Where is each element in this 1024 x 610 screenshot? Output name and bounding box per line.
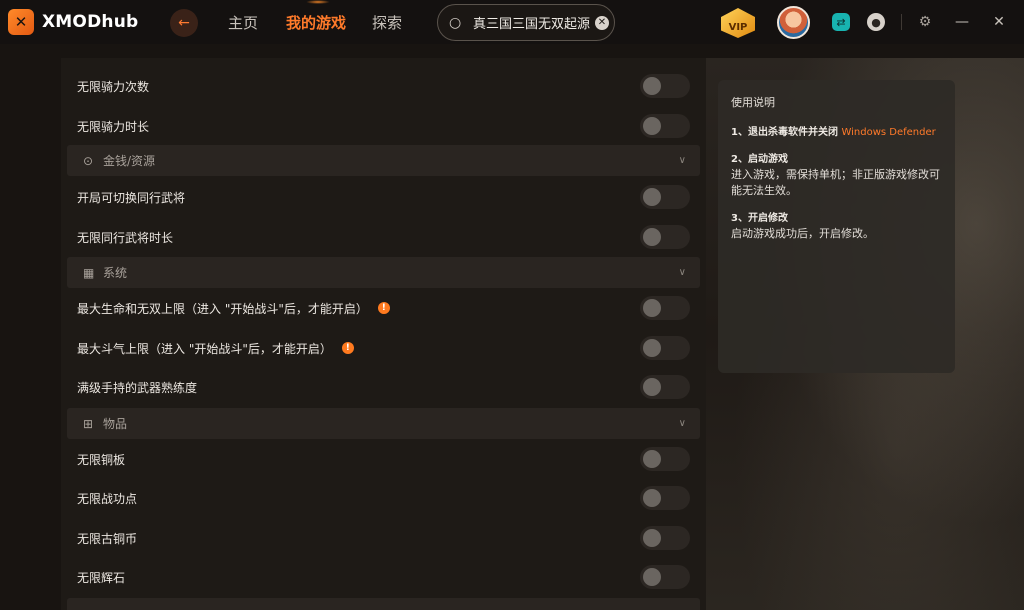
step-body: 进入游戏，需保持单机；非正版游戏修改可能无法生效。 — [731, 168, 940, 197]
option-label: 无限战功点 — [77, 491, 138, 506]
info-icon[interactable]: ! — [341, 342, 354, 354]
instructions-card: 使用说明 1、退出杀毒软件并关闭 Windows Defender 2、启动游戏… — [718, 80, 955, 373]
grid-icon: ▦ — [83, 265, 95, 280]
option-label: 无限古铜币 — [77, 531, 138, 546]
section-header-money[interactable]: ⊙ 金钱/资源 ∨ — [67, 145, 700, 176]
section-header-partial[interactable] — [67, 598, 700, 610]
instruction-step-2: 2、启动游戏 进入游戏，需保持单机；非正版游戏修改可能无法生效。 — [731, 153, 942, 199]
chevron-down-icon: ∨ — [678, 155, 686, 166]
settings-icon[interactable]: ⚙ — [916, 13, 934, 31]
instruction-step-3: 3、开启修改 启动游戏成功后，开启修改。 — [731, 212, 942, 242]
app-logo[interactable]: ✕ XMODhub — [8, 9, 168, 35]
section-label: 物品 — [103, 417, 128, 431]
cheat-list-panel: 无限骑力次数 无限骑力时长 ⊙ 金钱/资源 ∨ 开局可切换同行武将 无限同行武将… — [61, 58, 706, 610]
minimize-icon[interactable]: — — [953, 13, 971, 31]
divider — [901, 14, 902, 30]
section-header-items[interactable]: ⊞ 物品 ∨ — [67, 408, 700, 439]
list-item: 无限铜板 — [77, 444, 690, 474]
list-item: 无限古铜币 — [77, 523, 690, 553]
close-icon[interactable]: ✕ — [990, 13, 1008, 31]
notification-icon[interactable]: ● — [867, 13, 885, 31]
avatar[interactable] — [777, 6, 810, 39]
nav-my-games[interactable]: 我的游戏 — [286, 12, 346, 33]
switch-icon[interactable]: ⇄ — [832, 13, 850, 31]
option-toggle[interactable] — [640, 296, 690, 320]
option-label: 最大斗气上限（进入 "开始战斗"后，才能开启） — [77, 341, 332, 356]
option-toggle[interactable] — [640, 447, 690, 471]
option-toggle[interactable] — [640, 375, 690, 399]
box-icon: ⊞ — [83, 416, 94, 431]
clear-search-icon[interactable]: ✕ — [595, 15, 609, 30]
section-header-system[interactable]: ▦ 系统 ∨ — [67, 257, 700, 288]
info-icon[interactable]: ! — [377, 302, 390, 314]
option-label: 无限同行武将时长 — [77, 230, 174, 245]
section-label: 金钱/资源 — [103, 154, 156, 168]
list-item: 无限骑力时长 — [77, 111, 690, 141]
app-name-part1: XMOD — [42, 12, 102, 32]
instruction-step-1: 1、退出杀毒软件并关闭 Windows Defender — [731, 126, 942, 140]
step-heading: 2、启动游戏 — [731, 154, 788, 165]
step-heading-text: 1、退出杀毒软件并关闭 — [731, 127, 838, 138]
instructions-title: 使用说明 — [731, 96, 775, 109]
list-item: 无限同行武将时长 — [77, 222, 690, 252]
list-item: 最大生命和无双上限（进入 "开始战斗"后，才能开启） ! — [77, 293, 690, 323]
list-item: 最大斗气上限（进入 "开始战斗"后，才能开启） ! — [77, 333, 690, 363]
nav-explore[interactable]: 探索 — [372, 12, 402, 33]
arrow-left-icon: ← — [178, 15, 190, 31]
option-label: 最大生命和无双上限（进入 "开始战斗"后，才能开启） — [77, 301, 368, 316]
list-item: 无限骑力次数 — [77, 71, 690, 101]
list-item: 满级手持的武器熟练度 — [77, 372, 690, 402]
chevron-down-icon: ∨ — [678, 418, 686, 429]
logo-icon: ✕ — [8, 9, 34, 35]
money-bag-icon: ⊙ — [83, 153, 94, 168]
nav-home[interactable]: 主页 — [228, 12, 258, 33]
windows-defender-link[interactable]: Windows Defender — [841, 127, 935, 138]
option-label: 开局可切换同行武将 — [77, 190, 186, 205]
search-box[interactable]: ○ ✕ — [437, 4, 615, 41]
list-item: 开局可切换同行武将 — [77, 182, 690, 212]
option-toggle[interactable] — [640, 486, 690, 510]
back-button[interactable]: ← — [170, 9, 198, 37]
option-label: 满级手持的武器熟练度 — [77, 380, 198, 395]
search-icon: ○ — [449, 14, 462, 31]
app-name-part2: hub — [101, 12, 139, 32]
list-item: 无限辉石 — [77, 562, 690, 592]
active-tab-indicator — [306, 0, 330, 4]
option-toggle[interactable] — [640, 185, 690, 209]
option-toggle[interactable] — [640, 565, 690, 589]
option-label: 无限铜板 — [77, 452, 126, 467]
option-label: 无限辉石 — [77, 570, 126, 585]
option-toggle[interactable] — [640, 74, 690, 98]
option-toggle[interactable] — [640, 526, 690, 550]
search-input[interactable] — [473, 15, 591, 30]
option-toggle[interactable] — [640, 114, 690, 138]
step-heading: 1、退出杀毒软件并关闭 Windows Defender — [731, 126, 942, 140]
option-label: 无限骑力时长 — [77, 119, 150, 134]
section-label: 系统 — [103, 266, 128, 280]
step-heading: 3、开启修改 — [731, 213, 788, 224]
step-body: 启动游戏成功后，开启修改。 — [731, 227, 874, 240]
option-toggle[interactable] — [640, 225, 690, 249]
list-item: 无限战功点 — [77, 483, 690, 513]
app-name: XMODhub — [42, 12, 138, 32]
chevron-down-icon: ∨ — [678, 267, 686, 278]
vip-label: VIP — [728, 22, 748, 33]
option-toggle[interactable] — [640, 336, 690, 360]
option-label: 无限骑力次数 — [77, 79, 150, 94]
